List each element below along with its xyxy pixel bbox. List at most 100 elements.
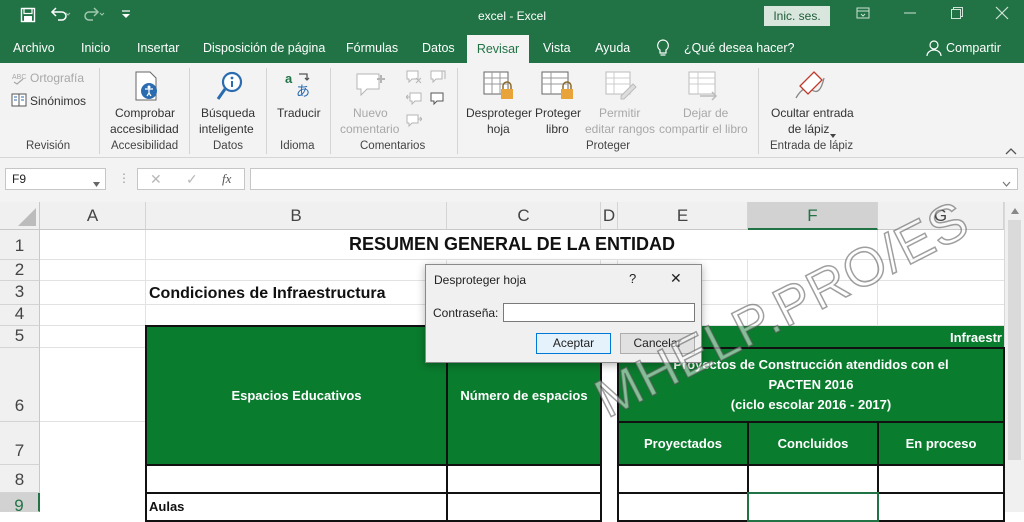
unshare-workbook-label-1[interactable]: Dejar de: [683, 105, 728, 121]
row-header-3[interactable]: 3: [0, 281, 40, 305]
column-header-d[interactable]: D: [601, 202, 618, 230]
smart-lookup-label-1[interactable]: Búsqueda: [201, 105, 255, 121]
delete-comment-icon[interactable]: [406, 70, 422, 87]
column-header-b[interactable]: B: [146, 202, 447, 230]
restore-icon[interactable]: [950, 6, 964, 23]
group-label-comentarios: Comentarios: [360, 140, 426, 152]
row-header-6[interactable]: 6: [0, 348, 40, 422]
ok-button[interactable]: Aceptar: [536, 333, 611, 354]
translate-button[interactable]: Traducir: [277, 105, 321, 121]
group-label-accesibilidad: Accesibilidad: [111, 140, 179, 152]
vertical-scrollbar[interactable]: [1004, 202, 1024, 512]
tab-disposicion[interactable]: Disposición de página: [203, 41, 325, 55]
previous-comment-icon[interactable]: [405, 92, 422, 109]
accessibility-check-icon: [132, 70, 162, 107]
tab-vista[interactable]: Vista: [543, 41, 571, 55]
border-box: [877, 492, 1005, 522]
menu-bar: Archivo Inicio Insertar Disposición de p…: [0, 33, 1024, 63]
spellcheck-icon: ABC: [12, 71, 28, 88]
column-header-f[interactable]: F: [748, 202, 878, 230]
unshare-workbook-icon: [688, 70, 722, 105]
tab-inicio[interactable]: Inicio: [81, 41, 110, 55]
allow-edit-ranges-label-2[interactable]: editar rangos: [585, 121, 655, 137]
check-accessibility-label-2[interactable]: accesibilidad: [110, 121, 179, 137]
group-separator: [758, 68, 759, 154]
collapse-ribbon-icon[interactable]: [1005, 144, 1017, 158]
section-subtitle: Condiciones de Infraestructura: [149, 285, 386, 302]
allow-edit-ranges-icon: [605, 70, 637, 105]
row-header-8[interactable]: 8: [0, 465, 40, 493]
row-header-2[interactable]: 2: [0, 260, 40, 281]
minimize-icon[interactable]: [903, 6, 917, 23]
spelling-button[interactable]: Ortografía: [30, 70, 84, 86]
formula-bar: F9 ⋮ ✕ ✓ fx: [0, 158, 1024, 202]
border-box: [145, 325, 448, 466]
ribbon-display-icon[interactable]: [856, 6, 870, 23]
thesaurus-button[interactable]: Sinónimos: [30, 93, 86, 109]
close-icon[interactable]: ✕: [670, 270, 682, 287]
new-comment-icon: [355, 71, 385, 104]
border-box: [145, 492, 448, 522]
person-icon: [926, 39, 942, 60]
unshare-workbook-label-2[interactable]: compartir el libro: [659, 121, 748, 137]
password-input[interactable]: [503, 303, 695, 322]
unprotect-sheet-label-2[interactable]: hoja: [487, 121, 510, 137]
tab-archivo[interactable]: Archivo: [13, 41, 55, 55]
row-header-9[interactable]: 9: [0, 493, 40, 515]
border-box: [446, 464, 602, 494]
confirm-entry-icon[interactable]: ✓: [186, 171, 198, 188]
smart-lookup-label-2[interactable]: inteligente: [199, 121, 254, 137]
close-icon[interactable]: [995, 6, 1009, 23]
tab-ayuda[interactable]: Ayuda: [595, 41, 630, 55]
show-comments-icon[interactable]: [430, 70, 446, 87]
share-button[interactable]: Compartir: [946, 41, 1001, 55]
selected-cell-f9[interactable]: [747, 492, 879, 522]
tab-revisar[interactable]: Revisar: [467, 35, 529, 63]
protect-workbook-label-2[interactable]: libro: [546, 121, 569, 137]
new-comment-label-1[interactable]: Nuevo: [353, 105, 388, 121]
new-comment-label-2[interactable]: comentario: [340, 121, 399, 137]
group-label-revision: Revisión: [26, 140, 71, 152]
group-label-idioma: Idioma: [280, 140, 315, 152]
row-header-1[interactable]: 1: [0, 230, 40, 260]
next-comment-icon[interactable]: [406, 114, 423, 131]
help-button[interactable]: ?: [629, 271, 636, 286]
lightbulb-icon: [656, 39, 670, 60]
formula-input[interactable]: [250, 168, 1018, 190]
formula-bar-grip: ⋮: [118, 171, 130, 185]
name-box-value: F9: [12, 172, 27, 186]
check-accessibility-label-1[interactable]: Comprobar: [115, 105, 175, 121]
group-label-datos: Datos: [213, 140, 244, 152]
insert-function-icon[interactable]: fx: [222, 171, 231, 187]
signin-button[interactable]: Inic. ses.: [764, 6, 830, 26]
tab-insertar[interactable]: Insertar: [137, 41, 179, 55]
row-header-4[interactable]: 4: [0, 305, 40, 326]
row-header-5[interactable]: 5: [0, 326, 40, 348]
chevron-down-icon[interactable]: [830, 127, 836, 141]
hide-ink-label-2[interactable]: de lápiz: [788, 121, 829, 137]
password-label: Contraseña:: [433, 306, 499, 320]
column-header-e[interactable]: E: [618, 202, 748, 230]
allow-edit-ranges-label-1[interactable]: Permitir: [599, 105, 640, 121]
chevron-down-icon[interactable]: [93, 176, 100, 190]
expand-formula-icon[interactable]: [1002, 176, 1011, 190]
tab-datos[interactable]: Datos: [422, 41, 455, 55]
thesaurus-icon: [11, 93, 27, 110]
group-separator: [99, 68, 100, 154]
group-separator: [266, 68, 267, 154]
unprotect-sheet-label-1[interactable]: Desproteger: [466, 105, 532, 121]
column-header-a[interactable]: A: [40, 202, 146, 230]
border-box: [747, 464, 879, 494]
tab-formulas[interactable]: Fórmulas: [346, 41, 398, 55]
hide-ink-label-1[interactable]: Ocultar entrada: [771, 105, 854, 121]
gridline: [40, 421, 146, 422]
cancel-entry-icon[interactable]: ✕: [150, 171, 162, 188]
tell-me-search[interactable]: ¿Qué desea hacer?: [684, 41, 795, 55]
name-box[interactable]: F9: [5, 168, 106, 190]
group-separator: [330, 68, 331, 154]
column-header-c[interactable]: C: [447, 202, 601, 230]
show-ink-icon[interactable]: [430, 92, 446, 109]
select-all-button[interactable]: [0, 202, 40, 230]
protect-workbook-label-1[interactable]: Proteger: [535, 105, 581, 121]
row-header-7[interactable]: 7: [0, 422, 40, 465]
